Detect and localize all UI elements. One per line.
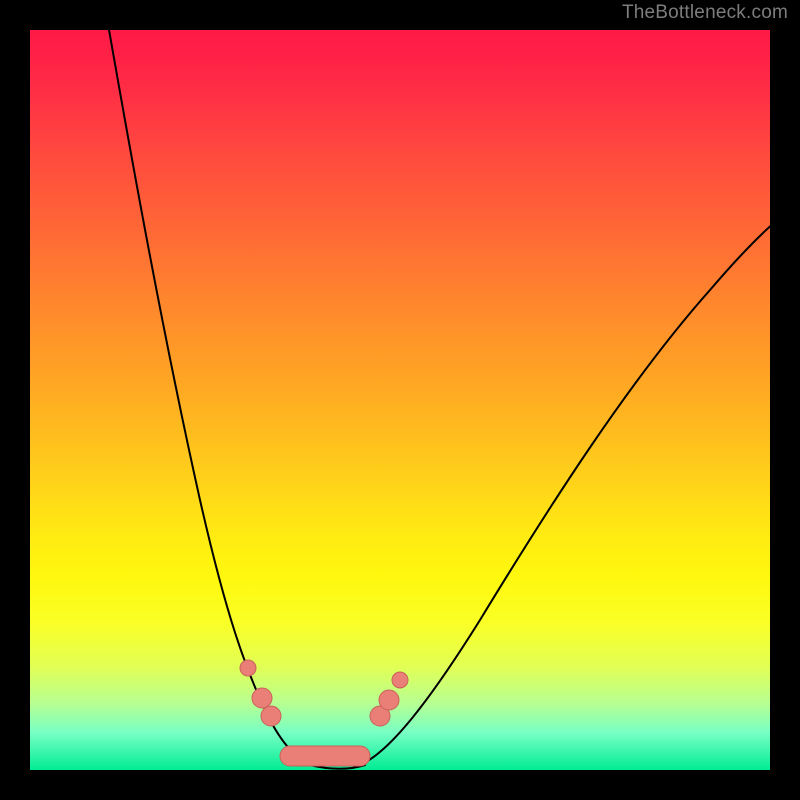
marker-dot: [240, 660, 256, 676]
curve-right: [360, 222, 770, 765]
curve-layer: [30, 30, 770, 770]
curve-left: [108, 30, 315, 766]
watermark-text: TheBottleneck.com: [622, 2, 788, 24]
marker-dot: [379, 690, 399, 710]
marker-dot: [261, 706, 281, 726]
chart-stage: TheBottleneck.com: [0, 0, 800, 800]
valley-pill: [280, 746, 370, 766]
plot-area: [30, 30, 770, 770]
marker-dot: [392, 672, 408, 688]
marker-dot: [252, 688, 272, 708]
